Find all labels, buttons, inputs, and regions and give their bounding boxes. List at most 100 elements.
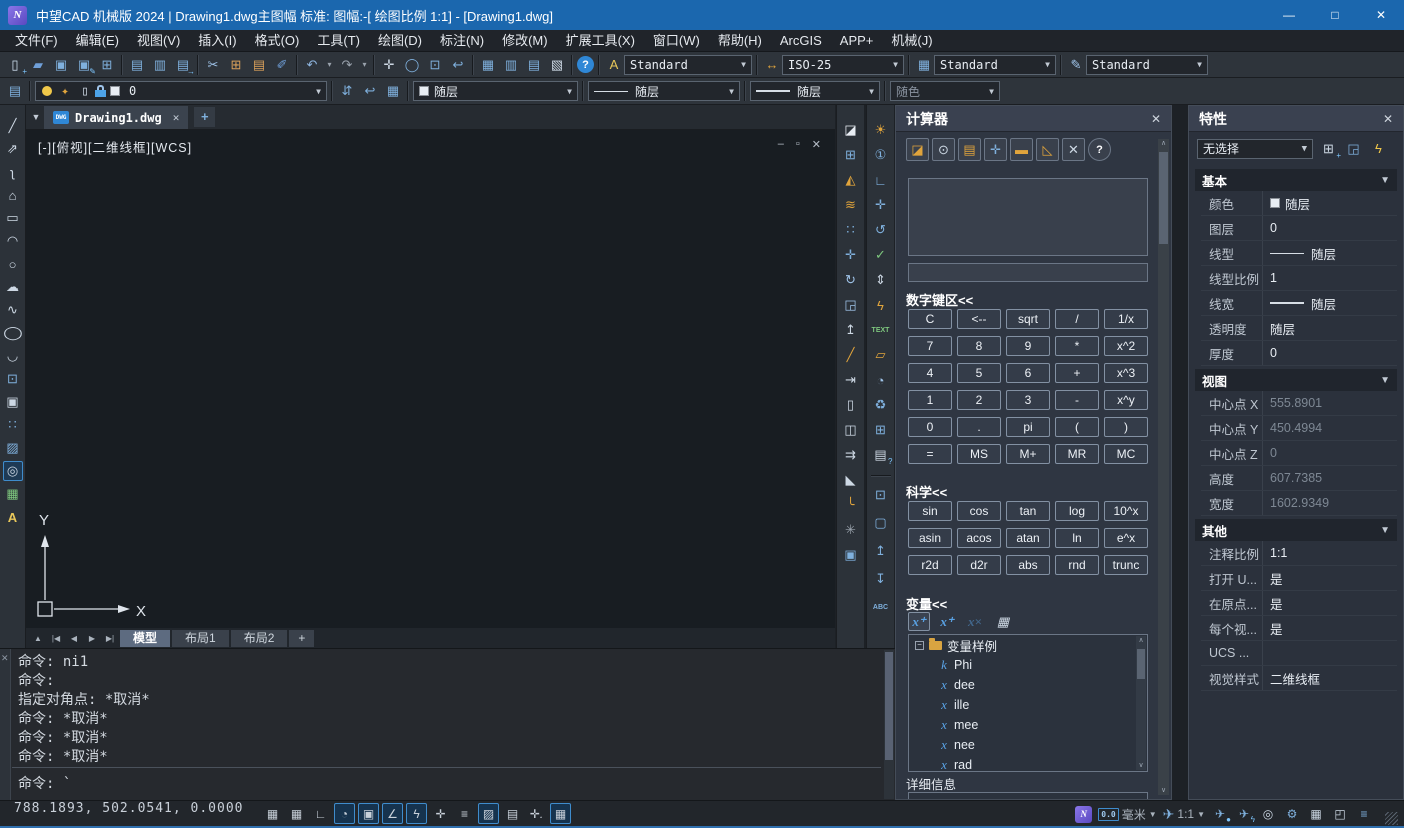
drawing-area[interactable]: [-][俯视][二维线框][WCS] –▫✕ Y X bbox=[26, 130, 835, 628]
calculator-input[interactable] bbox=[908, 263, 1148, 282]
layout-tab[interactable]: 布局1 bbox=[172, 630, 229, 647]
property-row[interactable]: 高度607.7385 bbox=[1201, 466, 1397, 491]
numpad-button-4[interactable]: 4 bbox=[908, 363, 952, 383]
numpad-button-C[interactable]: C bbox=[908, 309, 952, 329]
command-scrollbar[interactable] bbox=[884, 650, 894, 799]
menu-item[interactable]: 编辑(E) bbox=[67, 30, 128, 52]
chevron-down-icon[interactable]: ▼ bbox=[1149, 810, 1157, 819]
send-to-back-icon[interactable]: ▢ bbox=[871, 513, 891, 533]
plot-preview-icon[interactable]: ▥ bbox=[150, 55, 170, 75]
variable-item[interactable]: xdee bbox=[909, 675, 1147, 695]
get-point-icon[interactable]: ✛ bbox=[984, 138, 1007, 161]
zoom-window-icon[interactable]: ⊡ bbox=[425, 55, 445, 75]
viewport-controls[interactable]: [-][俯视][二维线框][WCS] bbox=[38, 137, 192, 156]
add-layout-button[interactable]: + bbox=[289, 630, 314, 647]
copy-icon[interactable]: ⊞ bbox=[841, 145, 861, 165]
property-value[interactable]: 0 bbox=[1263, 441, 1397, 465]
science-button-asin[interactable]: asin bbox=[908, 528, 952, 548]
variable-item[interactable]: kPhi bbox=[909, 655, 1147, 675]
save-all-icon[interactable]: ⊞ bbox=[97, 55, 117, 75]
grid-display-toggle[interactable]: ▦ bbox=[286, 803, 307, 824]
resize-grip[interactable] bbox=[1385, 812, 1398, 825]
menu-item[interactable]: 格式(O) bbox=[246, 30, 309, 52]
property-row[interactable]: 打开 U...是 bbox=[1201, 566, 1397, 591]
property-value[interactable]: 607.7385 bbox=[1263, 466, 1397, 490]
layer-combo[interactable]: ✦▯0▼ bbox=[35, 81, 327, 101]
tree-scrollbar[interactable]: ∧∨ bbox=[1136, 636, 1146, 770]
numpad-button-pi[interactable]: pi bbox=[1006, 417, 1050, 437]
zoom-scale-1-icon[interactable]: ① bbox=[871, 145, 891, 165]
text-style-style-icon[interactable]: A bbox=[604, 55, 624, 75]
multiple-points-icon[interactable]: ∷ bbox=[3, 415, 23, 435]
maximize-button[interactable]: □ bbox=[1312, 0, 1358, 30]
command-prompt[interactable]: 命令: ` bbox=[18, 773, 71, 793]
numpad-button-MR[interactable]: MR bbox=[1055, 444, 1099, 464]
menu-item[interactable]: 标注(N) bbox=[431, 30, 493, 52]
units-combo[interactable]: 0.0 毫米 ▼ bbox=[1098, 806, 1156, 823]
ucs-icon[interactable]: ∟ bbox=[871, 170, 891, 190]
property-row[interactable]: 中心点 X555.8901 bbox=[1201, 391, 1397, 416]
property-value[interactable]: 随层 bbox=[1263, 241, 1397, 265]
scroll-down-icon[interactable]: ∨ bbox=[1136, 761, 1146, 769]
snap-mode-toggle[interactable]: ▦ bbox=[262, 803, 283, 824]
layer-on-off-icon[interactable] bbox=[42, 86, 52, 96]
minimize-button[interactable]: — bbox=[1266, 0, 1312, 30]
property-row[interactable]: 图层0 bbox=[1201, 216, 1397, 241]
menu-item[interactable]: 绘图(D) bbox=[369, 30, 431, 52]
viewport-close-icon[interactable]: ✕ bbox=[812, 138, 821, 151]
property-value[interactable]: 是 bbox=[1263, 591, 1397, 615]
property-row[interactable]: 宽度1602.9349 bbox=[1201, 491, 1397, 516]
text-style-combo[interactable]: Standard▼ bbox=[624, 55, 752, 75]
numpad-button-+[interactable]: + bbox=[1055, 363, 1099, 383]
scale-icon[interactable]: ◲ bbox=[841, 295, 861, 315]
rectangle-icon[interactable]: ▭ bbox=[3, 208, 23, 228]
cut-icon[interactable]: ✂ bbox=[203, 55, 223, 75]
extend-icon[interactable]: ⇥ bbox=[841, 370, 861, 390]
mleader-style-style-icon[interactable]: ✎ bbox=[1066, 55, 1086, 75]
variable-item[interactable]: xnee bbox=[909, 735, 1147, 755]
chevron-down-icon[interactable]: ▼ bbox=[887, 60, 898, 69]
numpad-button-1[interactable]: 1 bbox=[908, 390, 952, 410]
property-row[interactable]: 视觉样式二维线框 bbox=[1201, 666, 1397, 691]
plot-style-control-combo[interactable]: 随色▼ bbox=[890, 81, 1000, 101]
variables-section-label[interactable]: 变量<< bbox=[906, 594, 947, 613]
block-editor-icon[interactable]: ▣ bbox=[841, 545, 861, 565]
polygon-icon[interactable]: ⌂ bbox=[3, 185, 23, 205]
document-tab-active[interactable]: DWG Drawing1.dwg ✕ bbox=[44, 106, 188, 129]
construction-line-icon[interactable]: ⇗ bbox=[3, 139, 23, 159]
numpad-button-1/x[interactable]: 1/x bbox=[1104, 309, 1148, 329]
science-button-acos[interactable]: acos bbox=[957, 528, 1001, 548]
trim-icon[interactable]: ╱ bbox=[841, 345, 861, 365]
redo-icon[interactable]: ↷ bbox=[337, 55, 357, 75]
settings-gear-icon[interactable]: ⚙ bbox=[1283, 805, 1301, 823]
numpad-button-([interactable]: ( bbox=[1055, 417, 1099, 437]
new-file-icon[interactable]: ▯+ bbox=[5, 55, 25, 75]
menu-item[interactable]: 文件(F) bbox=[6, 30, 67, 52]
menu-item[interactable]: 视图(V) bbox=[128, 30, 189, 52]
calc-keyboard-icon[interactable]: ▦ bbox=[992, 612, 1014, 631]
chamfer-icon[interactable]: ◣ bbox=[841, 470, 861, 490]
viewport-restore-icon[interactable]: ▫ bbox=[796, 138, 800, 151]
property-row[interactable]: 在原点...是 bbox=[1201, 591, 1397, 616]
command-close-icon[interactable]: ✕ bbox=[1, 653, 9, 664]
chevron-down-icon[interactable]: ▼ bbox=[1296, 144, 1307, 154]
donut-icon[interactable]: ◎ bbox=[3, 461, 23, 481]
variable-item[interactable]: xrad bbox=[909, 755, 1147, 772]
measure-distance-icon[interactable]: ▬ bbox=[1010, 138, 1033, 161]
chevron-down-icon[interactable]: ▼ bbox=[863, 87, 874, 96]
science-button-tan[interactable]: tan bbox=[1006, 501, 1050, 521]
menu-item[interactable]: 帮助(H) bbox=[709, 30, 771, 52]
section-header-其他[interactable]: 其他▼ bbox=[1195, 519, 1397, 541]
fullscreen-icon[interactable]: ◰ bbox=[1331, 805, 1349, 823]
create-block-icon[interactable]: ▣ bbox=[3, 392, 23, 412]
property-row[interactable]: 中心点 Z0 bbox=[1201, 441, 1397, 466]
science-section-label[interactable]: 科学<< bbox=[906, 482, 947, 501]
collapse-icon[interactable]: − bbox=[915, 641, 924, 650]
numpad-button-7[interactable]: 7 bbox=[908, 336, 952, 356]
layer-color-icon[interactable] bbox=[110, 86, 120, 96]
dynamic-input-toggle[interactable]: ϟ bbox=[406, 803, 427, 824]
zw-assistant-icon[interactable]: N bbox=[1075, 806, 1092, 823]
zoom-realtime-icon[interactable]: ◯ bbox=[402, 55, 422, 75]
calculator-header[interactable]: 计算器 ✕ bbox=[896, 106, 1171, 132]
science-button-10^x[interactable]: 10^x bbox=[1104, 501, 1148, 521]
